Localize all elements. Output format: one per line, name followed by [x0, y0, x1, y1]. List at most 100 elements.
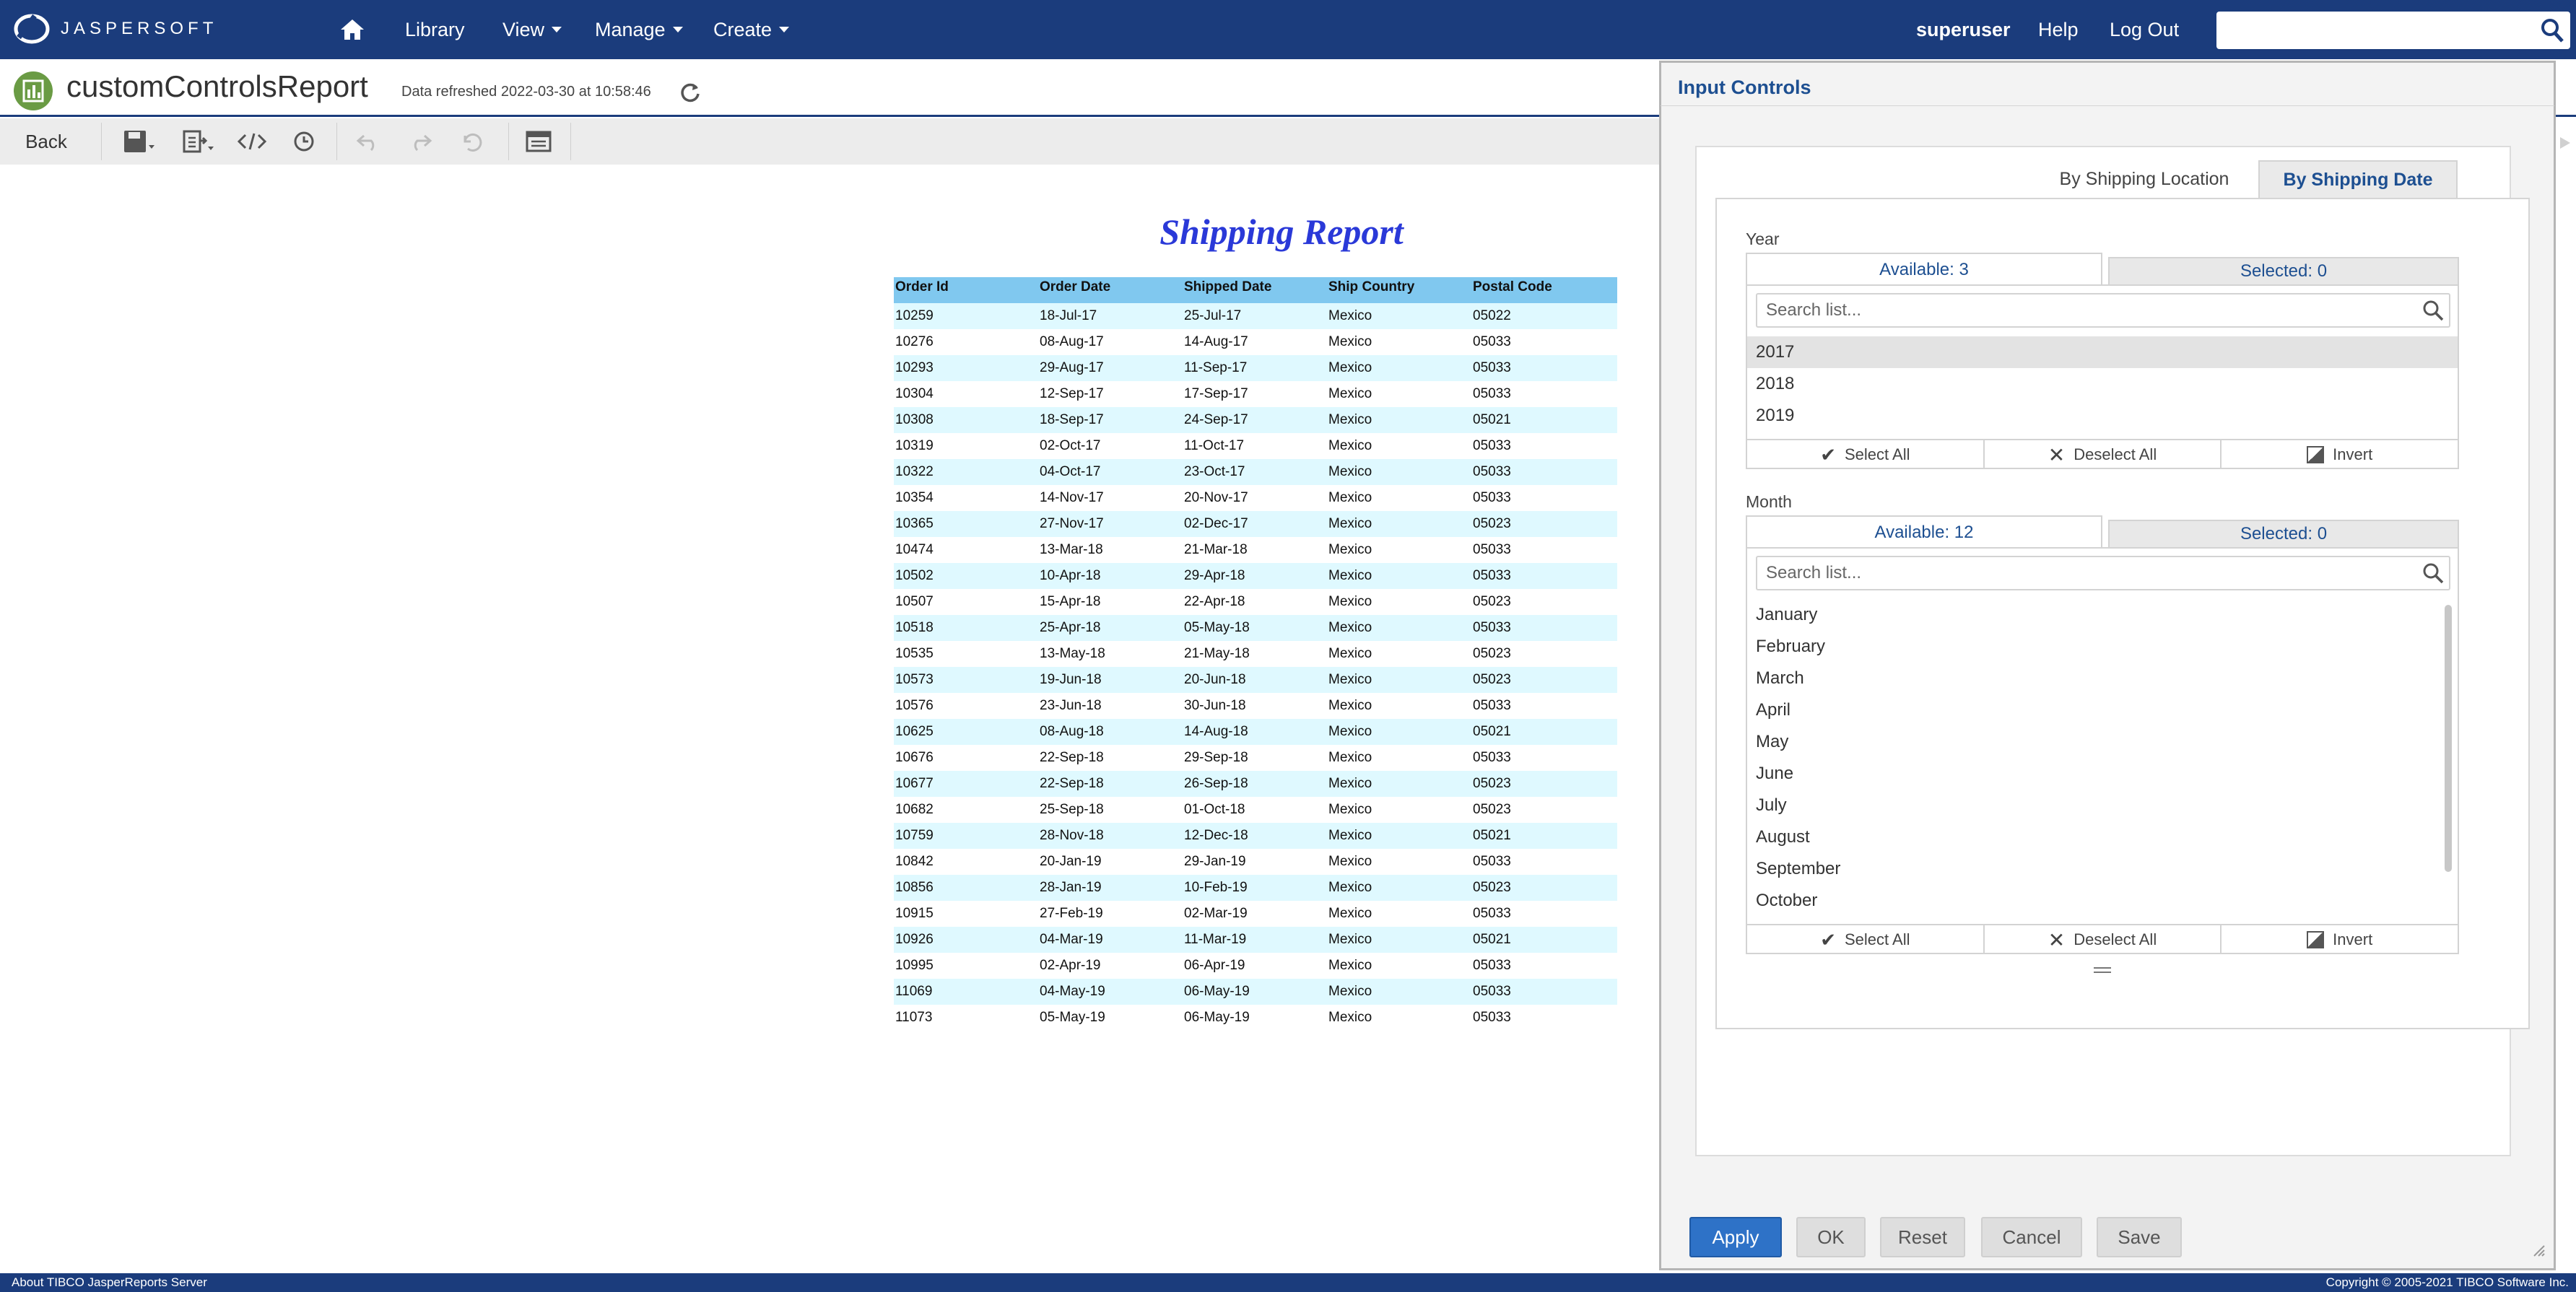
table-row: 10276 08-Aug-17 14-Aug-17 Mexico 05033: [894, 329, 1617, 355]
global-search-input[interactable]: [2216, 12, 2570, 49]
back-button[interactable]: Back: [0, 118, 92, 165]
collapse-arrow-icon[interactable]: [2559, 134, 2572, 155]
table-cell: 25-Apr-18: [1040, 620, 1101, 635]
table-cell: Mexico: [1328, 1010, 1372, 1025]
refresh-icon[interactable]: [679, 81, 702, 108]
table-cell: 05023: [1473, 646, 1511, 661]
search-icon[interactable]: [2421, 299, 2445, 326]
month-list-item[interactable]: May: [1747, 726, 2440, 758]
table-cell: Mexico: [1328, 438, 1372, 453]
month-list-item[interactable]: August: [1747, 821, 2440, 853]
year-select-all-button[interactable]: ✔ Select All: [1747, 440, 1985, 469]
table-row: 10319 02-Oct-17 11-Oct-17 Mexico 05033: [894, 433, 1617, 459]
embed-code-icon[interactable]: [230, 118, 274, 165]
ok-button[interactable]: OK: [1796, 1217, 1866, 1257]
table-cell: Mexico: [1328, 698, 1372, 713]
table-row: 10926 04-Mar-19 11-Mar-19 Mexico 05021: [894, 927, 1617, 953]
table-cell: 05033: [1473, 438, 1511, 453]
search-icon[interactable]: [2421, 562, 2445, 588]
table-cell: 10293: [895, 360, 934, 375]
nav-manage-menu[interactable]: Manage: [595, 0, 683, 59]
table-row: 10682 25-Sep-18 01-Oct-18 Mexico 05023: [894, 797, 1617, 823]
month-deselect-all-button[interactable]: ✕ Deselect All: [1985, 925, 2222, 954]
save-button[interactable]: Save: [2097, 1217, 2182, 1257]
table-cell: 02-Mar-19: [1184, 906, 1248, 921]
year-deselect-all-button[interactable]: ✕ Deselect All: [1985, 440, 2222, 469]
page-footer: About TIBCO JasperReports Server Copyrig…: [0, 1273, 2576, 1292]
save-label: Save: [2118, 1226, 2161, 1248]
month-select-all-button[interactable]: ✔ Select All: [1747, 925, 1985, 954]
list-resize-handle[interactable]: [2094, 967, 2111, 973]
column-header: Postal Code: [1473, 279, 1552, 294]
table-cell: 05033: [1473, 360, 1511, 375]
dialog-resize-grip-icon[interactable]: [2531, 1243, 2546, 1261]
nav-create-menu[interactable]: Create: [713, 0, 790, 59]
month-list-item[interactable]: July: [1747, 790, 2440, 821]
month-list-item[interactable]: September: [1747, 853, 2440, 885]
logout-link[interactable]: Log Out: [2110, 0, 2179, 59]
month-search-input[interactable]: Search list...: [1756, 556, 2450, 590]
table-row: 10354 14-Nov-17 20-Nov-17 Mexico 05033: [894, 485, 1617, 511]
table-cell: 22-Apr-18: [1184, 594, 1245, 609]
about-link[interactable]: About TIBCO JasperReports Server: [12, 1275, 207, 1290]
month-list-item[interactable]: March: [1747, 663, 2440, 694]
toolbar-divider: [508, 123, 509, 160]
year-selected-tab[interactable]: Selected: 0: [2108, 257, 2459, 286]
table-cell: 10322: [895, 464, 934, 479]
month-list: January February March April May June Ju…: [1747, 599, 2440, 921]
month-list-item[interactable]: January: [1747, 599, 2440, 631]
month-list-item[interactable]: June: [1747, 758, 2440, 790]
month-list-scrollbar[interactable]: [2445, 605, 2452, 872]
tab-by-shipping-location[interactable]: By Shipping Location: [2036, 160, 2253, 198]
month-available-tab[interactable]: Available: 12: [1746, 515, 2102, 549]
report-table: Order Id Order Date Shipped Date Ship Co…: [894, 277, 1617, 1031]
input-controls-icon[interactable]: [517, 118, 560, 165]
year-available-tab[interactable]: Available: 3: [1746, 253, 2102, 286]
redo-icon[interactable]: [399, 118, 442, 165]
home-icon[interactable]: [339, 0, 365, 59]
undo-icon[interactable]: [347, 118, 390, 165]
year-list-item[interactable]: 2017: [1747, 336, 2458, 368]
tab-by-shipping-date[interactable]: By Shipping Date: [2258, 160, 2458, 198]
table-cell: 05033: [1473, 984, 1511, 999]
reset-button[interactable]: Reset: [1880, 1217, 1965, 1257]
schedule-clock-icon[interactable]: [280, 118, 328, 165]
year-list-item[interactable]: 2019: [1747, 400, 2458, 432]
month-list-item[interactable]: October: [1747, 885, 2440, 917]
select-all-label: Select All: [1844, 445, 1910, 463]
month-invert-button[interactable]: Invert: [2222, 925, 2458, 954]
logo-text: JASPERSOFT: [61, 19, 218, 38]
table-cell: 29-Apr-18: [1184, 568, 1245, 583]
apply-button[interactable]: Apply: [1689, 1217, 1782, 1257]
table-row: 10502 10-Apr-18 29-Apr-18 Mexico 05033: [894, 563, 1617, 589]
search-icon[interactable]: [2540, 17, 2564, 47]
export-icon[interactable]: [173, 118, 224, 165]
nav-view-menu[interactable]: View: [502, 0, 562, 59]
cancel-button[interactable]: Cancel: [1981, 1217, 2082, 1257]
year-list-item[interactable]: 2018: [1747, 368, 2458, 400]
table-row: 11069 04-May-19 06-May-19 Mexico 05033: [894, 979, 1617, 1005]
save-icon[interactable]: [114, 118, 165, 165]
check-icon: ✔: [1820, 928, 1836, 951]
table-cell: 10507: [895, 594, 934, 609]
table-cell: 05023: [1473, 516, 1511, 531]
help-link[interactable]: Help: [2038, 0, 2079, 59]
month-list-item[interactable]: April: [1747, 694, 2440, 726]
undo-all-icon[interactable]: [451, 118, 494, 165]
table-row: 10304 12-Sep-17 17-Sep-17 Mexico 05033: [894, 381, 1617, 407]
month-selected-tab[interactable]: Selected: 0: [2108, 520, 2459, 549]
month-list-item[interactable]: February: [1747, 631, 2440, 663]
table-row: 10995 02-Apr-19 06-Apr-19 Mexico 05033: [894, 953, 1617, 979]
selected-count: Selected: 0: [2240, 261, 2328, 281]
table-cell: 04-Mar-19: [1040, 932, 1103, 947]
column-header: Ship Country: [1328, 279, 1415, 294]
jaspersoft-logo[interactable]: JASPERSOFT: [13, 12, 217, 46]
year-invert-button[interactable]: Invert: [2222, 440, 2458, 469]
table-cell: 30-Jun-18: [1184, 698, 1246, 713]
table-cell: 22-Sep-18: [1040, 750, 1104, 765]
table-cell: 06-May-19: [1184, 984, 1250, 999]
table-cell: 20-Jun-18: [1184, 672, 1246, 687]
back-label: Back: [25, 130, 67, 152]
nav-library[interactable]: Library: [405, 0, 465, 59]
year-search-input[interactable]: Search list...: [1756, 293, 2450, 328]
